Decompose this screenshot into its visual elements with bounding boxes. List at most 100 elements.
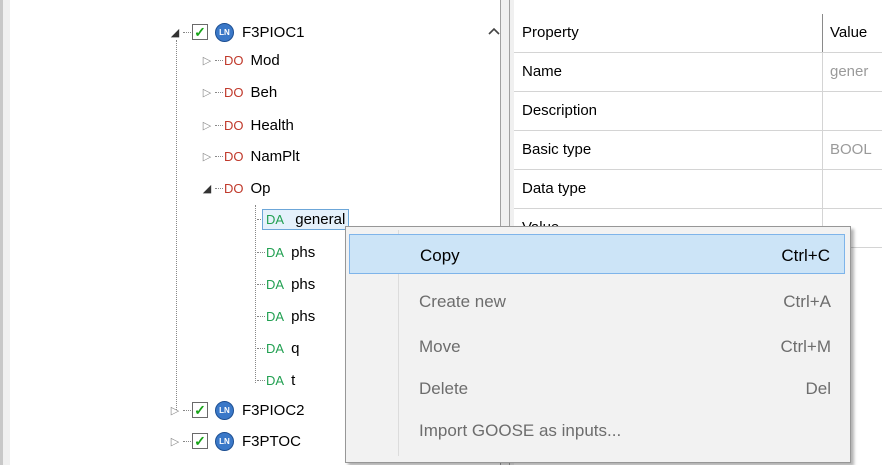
- tree-connector: [215, 124, 223, 126]
- do-tag: DO: [224, 117, 244, 133]
- tree-node-do-expanded[interactable]: ◢ DO Op: [200, 174, 271, 202]
- da-tag: DA: [266, 211, 285, 227]
- tree-connector: [183, 31, 191, 33]
- tree-connector: [257, 283, 265, 285]
- tree-node-label: NamPlt: [250, 147, 300, 165]
- tree-node-do[interactable]: ▷ DO Mod: [200, 46, 280, 74]
- logical-node-icon: LN: [215, 431, 234, 451]
- property-row-description[interactable]: Description: [514, 92, 882, 131]
- collapsed-triangle-icon[interactable]: ▷: [200, 54, 214, 67]
- tree-node-label: Op: [250, 179, 271, 197]
- menu-item-move[interactable]: Move Ctrl+M: [349, 326, 845, 366]
- tree-node-label: phs: [291, 275, 316, 293]
- property-name: Data type: [522, 180, 587, 197]
- da-tag: DA: [266, 308, 285, 324]
- property-name: Basic type: [522, 141, 592, 158]
- tree-guide-line: [176, 40, 177, 410]
- tree-node-da[interactable]: DA phs: [256, 270, 315, 298]
- expanded-triangle-icon[interactable]: ◢: [168, 26, 182, 39]
- tree-node-da[interactable]: DA q: [256, 334, 299, 362]
- tree-node-da-selected[interactable]: DA general: [256, 205, 350, 233]
- menu-item-shortcut: Ctrl+C: [781, 246, 830, 265]
- property-grid-header: Property Value: [514, 14, 882, 53]
- tree-node-label: F3PTOC: [242, 432, 301, 450]
- tree-connector: [215, 187, 223, 189]
- property-row-name[interactable]: Name gener: [514, 53, 882, 92]
- logical-node-icon: LN: [215, 400, 234, 420]
- logical-node-icon: LN: [215, 22, 234, 42]
- do-tag: DO: [224, 148, 244, 164]
- menu-item-create-new[interactable]: Create new Ctrl+A: [349, 281, 845, 321]
- column-separator[interactable]: [822, 14, 823, 52]
- menu-item-shortcut: Ctrl+M: [780, 337, 831, 356]
- tree-node-do[interactable]: ▷ DO Health: [200, 111, 294, 139]
- menu-item-delete[interactable]: Delete Del: [349, 368, 845, 408]
- collapsed-triangle-icon[interactable]: ▷: [200, 150, 214, 163]
- tree-node-label: q: [291, 339, 300, 357]
- checked-checkbox-icon[interactable]: ✓: [192, 433, 208, 449]
- menu-item-shortcut: Ctrl+A: [783, 292, 831, 311]
- tree-connector: [257, 315, 265, 317]
- property-value: BOOL: [830, 141, 872, 158]
- tree-node-label: general: [295, 210, 346, 228]
- property-value: gener: [830, 63, 869, 80]
- property-name: Description: [522, 102, 598, 119]
- collapsed-triangle-icon[interactable]: ▷: [168, 435, 182, 448]
- tree-node-label: F3PIOC2: [242, 401, 305, 419]
- checked-checkbox-icon[interactable]: ✓: [192, 402, 208, 418]
- property-column-header[interactable]: Property: [522, 24, 579, 41]
- do-tag: DO: [224, 180, 244, 196]
- column-separator: [822, 131, 823, 169]
- menu-item-label: Import GOOSE as inputs...: [419, 421, 622, 440]
- menu-item-import-goose[interactable]: Import GOOSE as inputs...: [349, 410, 845, 450]
- collapsed-triangle-icon[interactable]: ▷: [200, 119, 214, 132]
- context-menu: Copy Ctrl+C Create new Ctrl+A Move Ctrl+…: [345, 226, 851, 463]
- tree-node-label: Mod: [250, 51, 280, 69]
- tree-node-label: phs: [291, 307, 316, 325]
- tree-node-label: phs: [291, 243, 316, 261]
- column-separator: [822, 53, 823, 91]
- tree-connector: [215, 59, 223, 61]
- menu-item-label: Copy: [420, 246, 460, 265]
- property-name: Name: [522, 63, 563, 80]
- tree-node-da[interactable]: DA phs: [256, 302, 315, 330]
- tree-node-da[interactable]: DA t: [256, 366, 295, 394]
- property-row-data-type[interactable]: Data type: [514, 170, 882, 209]
- column-separator: [822, 92, 823, 130]
- menu-item-label: Create new: [419, 292, 506, 311]
- tree-node-label: Beh: [250, 83, 278, 101]
- collapsed-triangle-icon[interactable]: ▷: [200, 86, 214, 99]
- da-tag: DA: [266, 244, 285, 260]
- chevron-up-icon[interactable]: [485, 22, 500, 40]
- tree-connector: [215, 155, 223, 157]
- do-tag: DO: [224, 52, 244, 68]
- tree-node-label: F3PIOC1: [242, 23, 305, 41]
- checked-checkbox-icon[interactable]: ✓: [192, 24, 208, 40]
- tree-connector: [257, 379, 265, 381]
- tree-node-do[interactable]: ▷ DO Beh: [200, 78, 277, 106]
- tree-connector: [215, 91, 223, 93]
- value-column-header[interactable]: Value: [830, 24, 867, 41]
- tree-connector: [257, 251, 265, 253]
- da-tag: DA: [266, 372, 285, 388]
- tree-node-ln[interactable]: ▷ ✓ LN F3PIOC2: [168, 396, 305, 424]
- window-edge: [0, 0, 3, 465]
- property-row-basic-type[interactable]: Basic type BOOL: [514, 131, 882, 170]
- menu-item-copy[interactable]: Copy Ctrl+C: [349, 234, 845, 274]
- da-tag: DA: [266, 276, 285, 292]
- tree-node-do[interactable]: ▷ DO NamPlt: [200, 142, 300, 170]
- tree-node-ln[interactable]: ▷ ✓ LN F3PTOC: [168, 427, 301, 455]
- tree-node-label: t: [291, 371, 296, 389]
- tree-connector: [183, 440, 191, 442]
- expanded-triangle-icon[interactable]: ◢: [200, 182, 214, 195]
- menu-item-shortcut: Del: [805, 379, 831, 398]
- column-separator: [822, 170, 823, 208]
- tree-connector: [257, 347, 265, 349]
- do-tag: DO: [224, 84, 244, 100]
- tree-node-da[interactable]: DA phs: [256, 238, 315, 266]
- da-tag: DA: [266, 340, 285, 356]
- collapsed-triangle-icon[interactable]: ▷: [168, 404, 182, 417]
- menu-item-label: Delete: [419, 379, 469, 398]
- tree-node-root[interactable]: ◢ ✓ LN F3PIOC1: [168, 18, 305, 46]
- menu-item-label: Move: [419, 337, 461, 356]
